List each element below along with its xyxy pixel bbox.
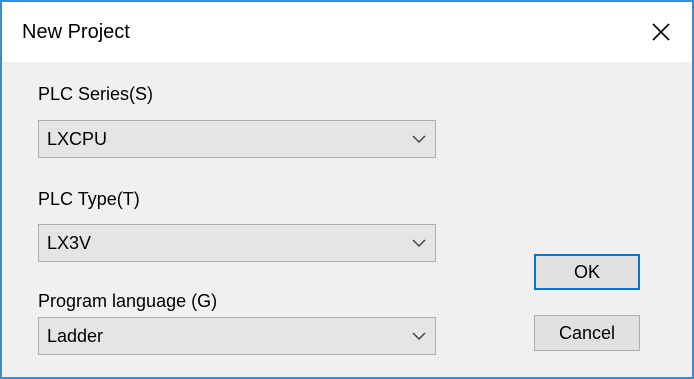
plc-type-label: PLC Type(T) bbox=[38, 189, 140, 209]
plc-series-label: PLC Series(S) bbox=[38, 84, 154, 104]
dialog-body: PLC Series(S) LXCPU PLC Type(T) LX3V Pro… bbox=[2, 62, 692, 377]
ok-button[interactable]: OK bbox=[534, 254, 640, 290]
plc-type-select[interactable]: LX3V bbox=[38, 224, 436, 262]
cancel-button[interactable]: Cancel bbox=[534, 315, 640, 351]
plc-series-select[interactable]: LXCPU bbox=[38, 120, 436, 158]
close-button[interactable] bbox=[630, 2, 692, 62]
chevron-down-icon bbox=[412, 239, 426, 248]
program-language-value: Ladder bbox=[47, 326, 104, 346]
chevron-down-icon bbox=[412, 332, 426, 341]
new-project-dialog: New Project PLC Series(S) LXCPU PLC Type… bbox=[0, 0, 694, 379]
title-bar: New Project bbox=[2, 2, 692, 62]
close-icon bbox=[652, 23, 670, 41]
chevron-down-icon bbox=[412, 135, 426, 144]
program-language-label: Program language (G) bbox=[38, 291, 218, 311]
plc-type-value: LX3V bbox=[47, 233, 92, 253]
plc-series-value: LXCPU bbox=[47, 129, 108, 149]
window-title: New Project bbox=[22, 21, 130, 43]
program-language-select[interactable]: Ladder bbox=[38, 317, 436, 355]
